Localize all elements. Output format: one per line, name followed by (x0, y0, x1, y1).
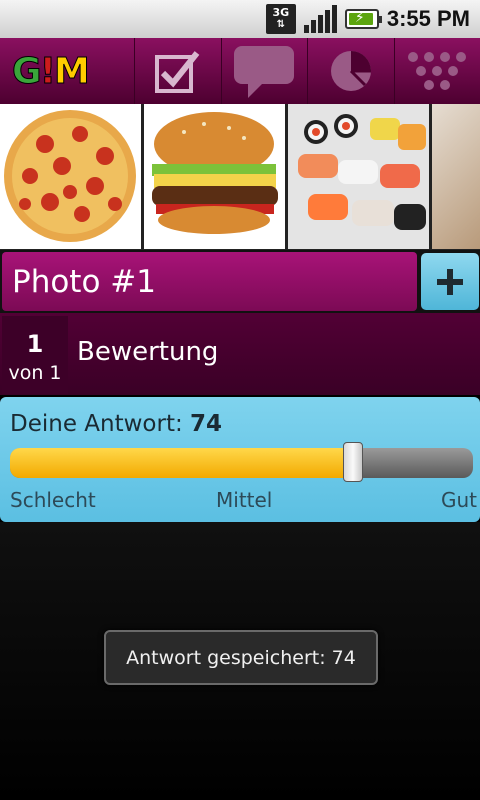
photo-pizza[interactable] (0, 104, 141, 249)
photo-title-row: Photo #1 (0, 250, 480, 313)
comment-tab[interactable] (222, 38, 308, 104)
gm-logo: G!M (12, 50, 91, 92)
answer-value: 74 (190, 411, 223, 437)
answer-heading: Deine Antwort: 74 (10, 411, 222, 437)
checkbox-tab[interactable] (135, 38, 222, 104)
photo-title[interactable]: Photo #1 (2, 252, 417, 311)
network-icon (408, 52, 467, 90)
app-toolbar: G!M (0, 38, 480, 104)
scale-low-label: Schlecht (10, 488, 96, 512)
answer-label: Deine Antwort: (10, 411, 183, 437)
comment-icon (234, 46, 295, 98)
rating-slider-thumb[interactable] (343, 442, 363, 482)
photo-wrap[interactable] (432, 104, 480, 249)
scale-mid-label: Mittel (216, 488, 273, 512)
photo-strip[interactable] (0, 104, 480, 250)
toast-message: Antwort gespeichert: 74 (104, 630, 378, 685)
app-logo[interactable]: G!M (0, 38, 135, 104)
pie-chart-icon (330, 51, 371, 91)
question-counter: 1 von 1 (2, 316, 68, 394)
plus-icon (437, 268, 463, 295)
checkbox-icon (154, 51, 200, 93)
rating-slider-track[interactable] (10, 448, 473, 478)
question-label: Bewertung (77, 337, 219, 367)
answer-panel: Deine Antwort: 74 Schlecht Mittel Gut (0, 397, 480, 522)
status-time: 3:55 PM (386, 6, 470, 31)
question-row: 1 von 1 Bewertung (0, 313, 480, 395)
photo-burger[interactable] (144, 104, 285, 249)
photo-sushi[interactable] (288, 104, 429, 249)
scale-high-label: Gut (441, 488, 478, 512)
question-total: von 1 (8, 362, 62, 384)
battery-charging-icon: ⚡ (344, 9, 382, 29)
network-tab[interactable] (395, 38, 480, 104)
status-bar: 3G ⇅ ⚡ 3:55 PM (0, 0, 480, 38)
chart-tab[interactable] (308, 38, 395, 104)
rating-slider-fill (10, 448, 353, 478)
signal-icon (303, 5, 337, 33)
network-3g-icon: 3G ⇅ (265, 4, 296, 34)
network-type-label: 3G (272, 6, 290, 19)
add-button[interactable] (421, 253, 479, 310)
question-index: 1 (26, 330, 44, 358)
